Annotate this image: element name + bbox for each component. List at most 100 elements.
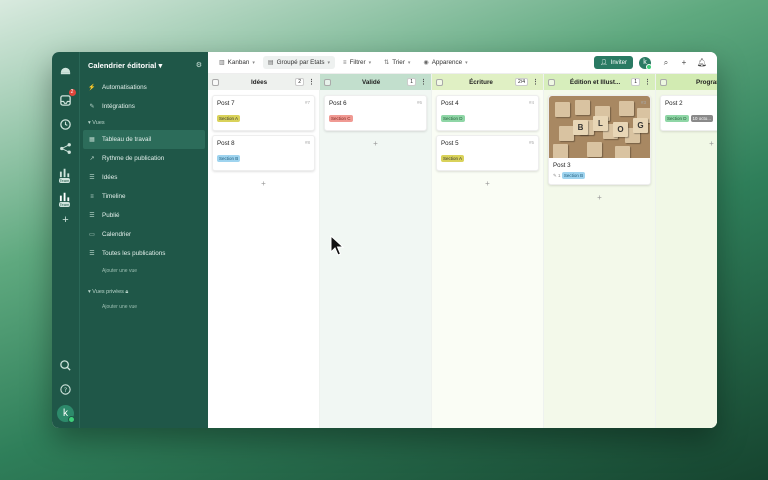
image-tile (619, 101, 634, 116)
timeline-icon: ≡ (90, 193, 94, 200)
workspace-title[interactable]: Calendrier éditorial ▾ (88, 61, 162, 70)
chevron-down-icon: ▾ (407, 59, 411, 66)
sidebar-item-publie[interactable]: ☰ Publié (80, 206, 208, 225)
group-by-button[interactable]: ▤ Groupé par Etats ▾ (262, 56, 336, 69)
sidebar-item-board[interactable]: ▦ Tableau de travail (83, 130, 205, 149)
kanban-icon: ▥ (219, 60, 225, 66)
post-card[interactable]: Post 8 #8 Section B (212, 135, 315, 171)
private-views-section[interactable]: ▾ Vues privées 🔒︎ (80, 285, 208, 299)
image-tile (559, 126, 574, 141)
section-tag: Section D (441, 115, 465, 122)
section-tag: Section D (665, 115, 689, 122)
column-title: Programmé (696, 78, 717, 86)
add-card-button[interactable]: + (436, 179, 539, 188)
add-icon[interactable]: + (675, 58, 693, 67)
settings-icon[interactable]: ⚙ (196, 61, 202, 69)
checkbox[interactable] (548, 78, 555, 86)
image-tile (587, 142, 602, 157)
search-icon[interactable] (57, 356, 75, 374)
sidebar-item-calendrier[interactable]: ▭ Calendrier (80, 225, 208, 244)
section-tag: Section A (441, 155, 465, 162)
main-area: ▥ Kanban ▾ ▤ Groupé par Etats ▾ ≡ Filtre… (208, 52, 717, 428)
column-header[interactable]: Idées 2 ⋮ (208, 74, 319, 90)
card-title: Post 8 (217, 140, 235, 147)
section-tag: 10 octo... (690, 115, 714, 122)
column-header[interactable]: Édition et Illust... 1 ⋮ (544, 74, 655, 90)
chevron-down-icon: ▾ (252, 59, 255, 66)
help-icon[interactable]: ? (57, 380, 75, 398)
sidebar-item-toutes[interactable]: ☰ Toutes les publications (80, 244, 208, 263)
checkbox[interactable] (660, 78, 667, 86)
clock-icon[interactable] (57, 115, 75, 133)
add-card-button[interactable]: + (660, 139, 717, 148)
add-user-icon: 👤︎ (600, 60, 608, 66)
post-card[interactable]: Post 6 #6 Section C (324, 95, 427, 131)
checkbox[interactable] (324, 78, 331, 86)
post-card[interactable]: Post 2 Section D 10 octo... (660, 95, 717, 131)
add-card-button[interactable]: + (324, 139, 427, 148)
add-view-link[interactable]: Ajouter une vue (80, 263, 208, 279)
column-header[interactable]: Écriture 2/4 ⋮ (432, 74, 543, 90)
more-icon[interactable]: ⋮ (308, 78, 315, 86)
user-avatar[interactable]: k (57, 405, 75, 423)
inbox-icon[interactable]: 2 (57, 89, 76, 109)
chevron-down-icon: ▾ (327, 59, 331, 66)
post-card[interactable]: Post 7 #7 Section A (212, 95, 315, 131)
list-icon: ☰ (89, 213, 95, 219)
column-title: Validé (362, 78, 381, 86)
more-icon[interactable]: ⋮ (644, 78, 651, 86)
checkbox[interactable] (436, 78, 443, 86)
appearance-button[interactable]: ◉ Apparence ▾ (418, 56, 472, 69)
bell-icon[interactable]: 🔔︎ (693, 58, 711, 67)
card-title: Post 7 (217, 100, 235, 107)
views-section[interactable]: ▾ Vues (80, 116, 208, 130)
sidebar-item-automations[interactable]: ⚡ Automatisations (80, 78, 208, 97)
sort-icon: ⇅ (384, 60, 390, 66)
workspace-header[interactable]: Calendrier éditorial ▾ ⚙ (80, 58, 208, 72)
sidebar-item-integrations[interactable]: ✎ Intégrations (80, 97, 208, 116)
invite-button[interactable]: 👤︎ Inviter (594, 56, 633, 69)
card-number: #5 (528, 140, 534, 145)
kanban-board: Idées 2 ⋮ Post 7 #7 Section A Post 8 #8 Section … (208, 74, 717, 428)
team-chart-icon[interactable]: Team (57, 163, 75, 183)
share-icon[interactable] (57, 139, 75, 157)
column-body: Post 6 #6 Section C + (320, 90, 431, 428)
board-column: Idées 2 ⋮ Post 7 #7 Section A Post 8 #8 Section … (208, 74, 320, 428)
column-title: Édition et Illust... (569, 78, 621, 86)
add-card-button[interactable]: + (548, 193, 651, 202)
add-icon[interactable]: + (57, 211, 75, 229)
sidebar-item-rythme[interactable]: ↗ Rythme de publication (80, 149, 208, 168)
chevron-down-icon: ▾ (368, 59, 372, 66)
mouse-cursor (330, 235, 344, 256)
search-icon[interactable]: ⌕ (657, 58, 675, 68)
column-header[interactable]: Programmé⋮ (656, 74, 717, 90)
sidebar-item-timeline[interactable]: ≡ Timeline (80, 187, 208, 206)
sidebar: Calendrier éditorial ▾ ⚙ ⚡ Automatisatio… (79, 52, 208, 428)
add-private-view-link[interactable]: Ajouter une vue (80, 299, 208, 315)
filter-icon: ≡ (343, 59, 347, 66)
more-icon[interactable]: ⋮ (532, 78, 539, 86)
filter-button[interactable]: ≡ Filtrer ▾ (338, 56, 376, 69)
card-title: Post 4 (441, 100, 459, 107)
column-header[interactable]: Validé 1 ⋮ (320, 74, 431, 90)
sidebar-item-idees[interactable]: ☰ Idées (80, 168, 208, 187)
post-card[interactable]: Post 4 #4 Section D (436, 95, 539, 131)
image-tile (555, 102, 570, 117)
kanban-view-button[interactable]: ▥ Kanban ▾ (214, 56, 260, 69)
checkbox[interactable] (212, 78, 219, 86)
letter-tile: O (613, 122, 628, 137)
post-card[interactable]: Post 5 #5 Section A (436, 135, 539, 171)
more-icon[interactable]: ⋮ (420, 78, 427, 86)
avatar[interactable]: k (639, 56, 652, 70)
logo-icon[interactable] (57, 61, 75, 79)
card-title: Post 3 (553, 162, 571, 169)
team-chart-icon[interactable]: Team (57, 187, 75, 207)
add-card-button[interactable]: + (212, 179, 315, 188)
sort-button[interactable]: ⇅ Trier ▾ (379, 56, 415, 69)
post-card[interactable]: B L O G Post 3 #3 ✎ 1 Section B (548, 95, 651, 185)
section-tag: Section B (217, 155, 241, 162)
team-tag: Team (58, 178, 71, 183)
section-tag: Section A (217, 115, 241, 122)
section-tag: Section C (329, 115, 353, 122)
group-icon: ▤ (267, 60, 274, 66)
